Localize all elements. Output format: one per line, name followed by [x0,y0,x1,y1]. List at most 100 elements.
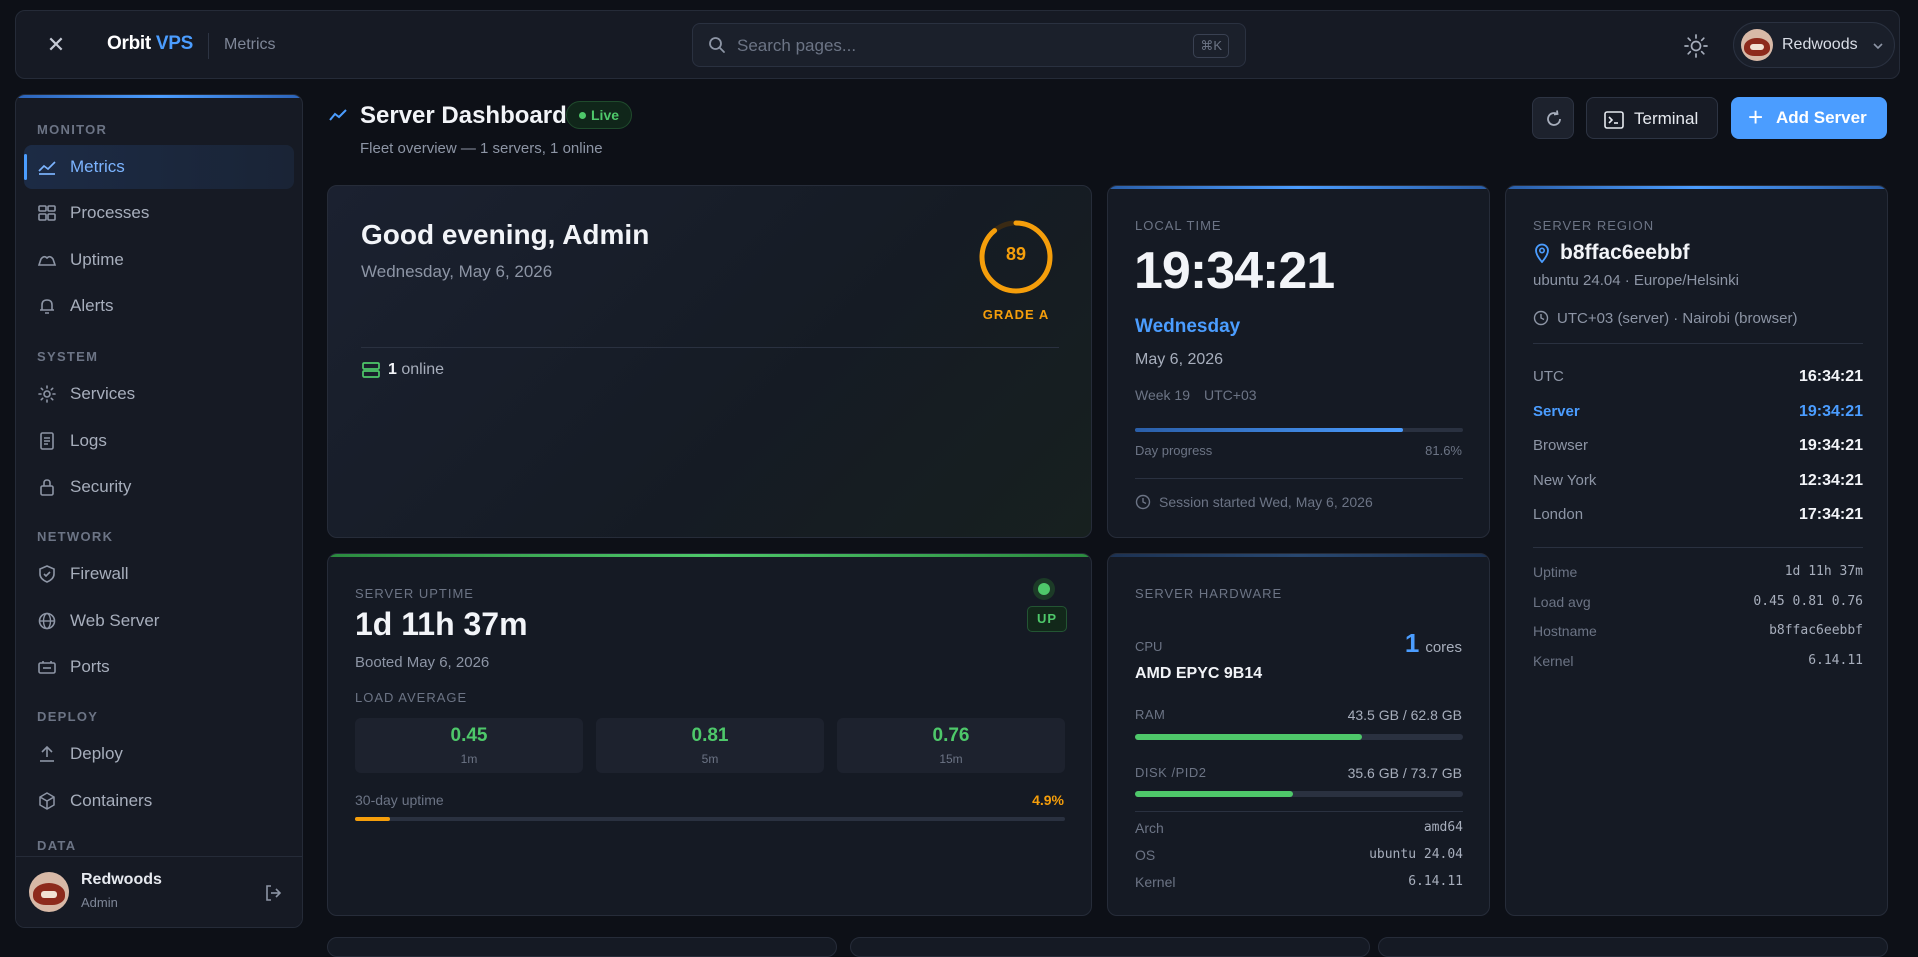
brand-divider [208,33,209,59]
add-server-button[interactable]: + Add Server [1731,97,1887,139]
search-input[interactable] [737,33,1137,59]
ram-bar [1135,734,1463,740]
disk-value: 35.6 GB / 73.7 GB [1347,765,1462,781]
timezone-info: UTC+03 (server) · Nairobi (browser) [1557,310,1798,327]
clock-value: 19:34:21 [1798,403,1863,420]
sidebar-item-services[interactable]: Services [24,372,294,416]
clock-value: 12:34:21 [1798,472,1863,489]
chevron-down-icon [1873,43,1883,50]
online-count: 1 online [388,361,444,379]
spec-value: amd64 [1423,820,1463,835]
card-accent-line [1506,186,1887,189]
status-indicator [1033,578,1055,600]
week-info: Week 19 UTC+03 [1135,387,1257,403]
sidebar-item-label: Metrics [70,157,125,176]
spec-label: Arch [1135,820,1164,836]
sidebar-item-label: Web Server [70,611,160,630]
brand-name: Orbit [107,33,151,54]
terminal-button-label: Terminal [1634,109,1699,128]
cpu-label: CPU [1135,639,1163,654]
sidebar-user-footer: Redwoods Admin [16,856,302,927]
sidebar-item-label: Firewall [70,564,129,583]
section-label-network: NETWORK [37,529,114,544]
card-label: SERVER REGION [1533,218,1655,233]
cpu-cores: 1 cores [1405,628,1462,659]
port-icon [38,661,56,674]
sun-icon[interactable] [1682,32,1710,60]
user-menu-button[interactable]: Redwoods [1733,22,1895,68]
search-icon [709,37,725,53]
info-label: Kernel [1533,653,1574,669]
ram-bar-fill [1135,734,1363,740]
map-pin-icon [1535,243,1549,263]
sidebar: MONITOR Metrics Processes Uptime Alerts … [15,94,303,928]
card-accent-line [1108,186,1489,189]
add-server-label: Add Server [1776,108,1867,127]
load-15m: 0.76 15m [837,718,1065,773]
spec-row-kernel: Kernel 6.14.11 [1135,874,1463,892]
day-progress-fill [1135,428,1403,432]
sidebar-item-logs[interactable]: Logs [24,419,294,463]
sidebar-item-label: Deploy [70,744,123,763]
brand-accent: VPS [155,33,193,54]
load-5m: 0.81 5m [596,718,824,773]
day-progress-bar [1135,428,1463,432]
spec-row-os: OS ubuntu 24.04 [1135,847,1463,865]
sidebar-item-label: Logs [70,431,107,450]
logout-icon[interactable] [263,883,283,903]
info-row-uptime: Uptime 1d 11h 37m [1533,564,1863,582]
avatar [29,872,69,912]
box-icon [39,792,55,810]
online-label: online [401,361,445,378]
greeting-card: Good evening, Admin Wednesday, May 6, 20… [327,185,1092,538]
plus-icon: + [1748,102,1764,132]
load-average-label: LOAD AVERAGE [355,690,468,705]
uptime-30-bar [355,817,1065,821]
brand-logo[interactable]: Orbit VPS [107,33,193,55]
refresh-button[interactable] [1532,97,1574,139]
card-label: SERVER UPTIME [355,586,474,601]
sidebar-item-ports[interactable]: Ports [24,645,294,689]
spec-label: OS [1135,847,1156,863]
cloud-icon [37,255,57,266]
shield-icon [39,565,55,583]
terminal-icon [1604,111,1624,129]
clock-icon [1533,310,1549,326]
footer-user-name: Redwoods [81,871,162,888]
card-label: LOCAL TIME [1135,218,1222,233]
load-interval: 5m [701,752,719,766]
sidebar-item-containers[interactable]: Containers [24,779,294,823]
info-value: b8ffac6eebbf [1769,623,1863,638]
shortcut-hint: ⌘K [1193,34,1229,58]
load-1m: 0.45 1m [355,718,583,773]
clock-label: New York [1533,472,1597,489]
close-icon[interactable]: ✕ [44,33,68,57]
clock-value: 19:34:21 [1798,437,1863,454]
clock-icon [1135,494,1151,510]
sidebar-item-metrics[interactable]: Metrics [24,145,294,189]
section-label-system: SYSTEM [37,349,99,364]
server-uptime-card: SERVER UPTIME 1d 11h 37m Booted May 6, 2… [327,553,1092,916]
upload-icon [40,745,54,762]
section-label-monitor: MONITOR [37,122,108,137]
search-bar[interactable]: ⌘K [692,23,1246,67]
ram-value: 43.5 GB / 62.8 GB [1347,707,1462,723]
sidebar-item-firewall[interactable]: Firewall [24,552,294,596]
live-badge: Live [566,101,633,129]
disk-bar [1135,791,1463,797]
sidebar-item-uptime[interactable]: Uptime [24,238,294,282]
spec-value: ubuntu 24.04 [1369,847,1463,862]
online-count-value: 1 [388,361,397,378]
sidebar-item-processes[interactable]: Processes [24,191,294,235]
sidebar-item-security[interactable]: Security [24,465,294,509]
sidebar-item-alerts[interactable]: Alerts [24,284,294,328]
sidebar-item-label: Services [70,384,136,403]
terminal-button[interactable]: Terminal [1586,97,1718,139]
sidebar-item-web-server[interactable]: Web Server [24,599,294,643]
sidebar-item-label: Ports [70,657,110,676]
clock-row-browser: Browser 19:34:21 [1533,437,1863,457]
card-peek [850,937,1370,957]
info-row-kernel: Kernel 6.14.11 [1533,653,1863,671]
sidebar-item-deploy[interactable]: Deploy [24,732,294,776]
server-hostname: b8ffac6eebbf [1560,241,1690,264]
